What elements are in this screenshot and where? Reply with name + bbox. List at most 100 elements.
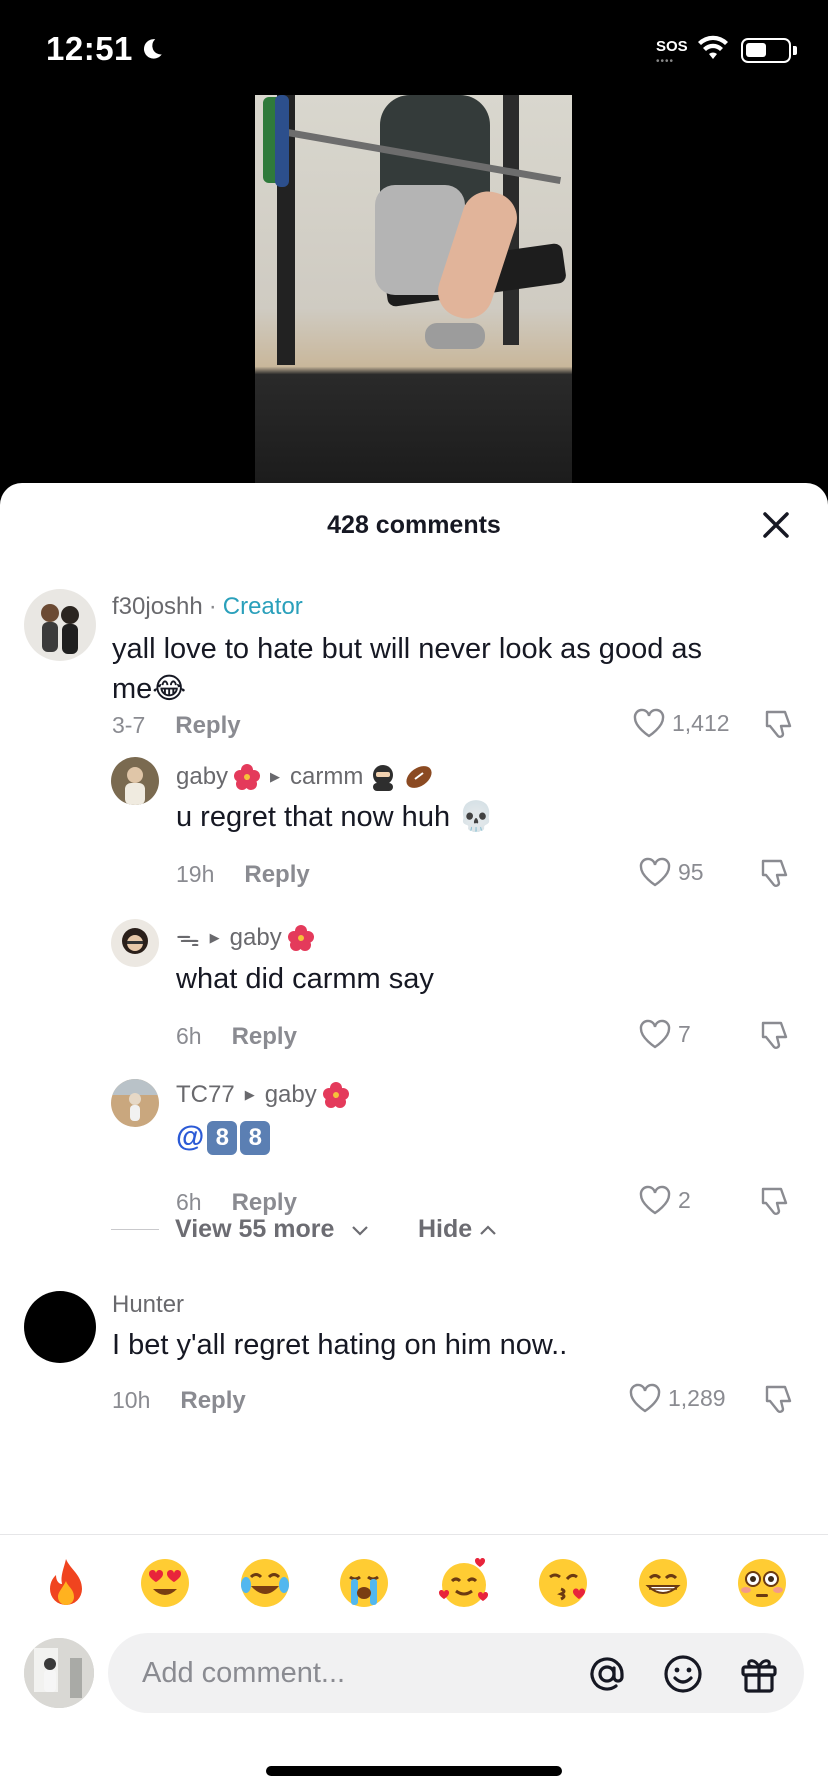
like-button[interactable]: 95	[638, 856, 704, 888]
chevron-up-icon	[480, 1224, 496, 1235]
avatar[interactable]	[111, 1079, 159, 1127]
dislike-icon[interactable]	[757, 1184, 793, 1220]
comment-time: 6h	[176, 1189, 202, 1215]
status-time: 12:51	[46, 30, 165, 68]
moon-icon	[143, 39, 162, 59]
comment-meta: 6h Reply	[176, 1023, 297, 1051]
reply-arrow-icon: ▶	[209, 929, 220, 945]
reply-button[interactable]: Reply	[232, 1023, 297, 1051]
comment-username-row: f30joshh · Creator	[112, 593, 303, 621]
reply-button[interactable]: Reply	[180, 1387, 245, 1415]
home-indicator[interactable]	[266, 1766, 562, 1776]
comment-meta: 10h Reply	[112, 1387, 246, 1415]
chevron-down-icon	[352, 1225, 369, 1236]
creator-badge: Creator	[222, 593, 303, 620]
comment-username[interactable]: f30joshh	[112, 593, 203, 621]
reply-button[interactable]: Reply	[175, 712, 240, 740]
like-count: 95	[678, 858, 704, 885]
comment-meta: 3-7 Reply	[112, 712, 241, 740]
hide-replies-button[interactable]: Hide	[418, 1215, 498, 1244]
comment-text: u regret that now huh 💀	[176, 801, 495, 833]
comment-text: what did carmm say	[176, 963, 434, 995]
heart-icon	[639, 857, 671, 887]
video-preview[interactable]	[255, 95, 572, 483]
avatar[interactable]	[111, 919, 159, 967]
heart-icon	[639, 1185, 671, 1215]
flushed-emoji[interactable]	[734, 1555, 790, 1611]
like-count: 1,289	[668, 1384, 726, 1411]
dislike-icon[interactable]	[757, 1018, 793, 1054]
comment-username[interactable]: gaby	[176, 763, 228, 791]
heart-icon	[629, 1383, 661, 1413]
reply-to-username[interactable]: gaby	[230, 924, 282, 952]
reply-to-username[interactable]: carmm	[290, 763, 363, 791]
like-button[interactable]: 1,412	[632, 707, 730, 739]
comment-username-row: gaby ▶ carmm	[176, 763, 435, 791]
like-button[interactable]: 2	[638, 1184, 691, 1216]
smiling-hearts-emoji[interactable]	[436, 1555, 492, 1611]
comment-time: 3-7	[112, 712, 146, 738]
emoji-quick-bar	[0, 1555, 828, 1611]
comment-username-row: ᯓ ▶ gaby	[176, 921, 314, 954]
reply-arrow-icon: ▶	[270, 769, 281, 784]
keycap-8-icon: 8	[240, 1121, 271, 1156]
comment-username[interactable]: Hunter	[112, 1291, 184, 1319]
sos-label: SOS	[656, 38, 688, 55]
sob-emoji[interactable]	[336, 1555, 392, 1611]
hibiscus-icon	[287, 924, 314, 951]
comment-input[interactable]	[142, 1633, 572, 1713]
hibiscus-icon	[322, 1082, 349, 1108]
heart-icon	[633, 708, 665, 738]
comment-text: yall love to hate but will never look as…	[112, 633, 703, 705]
like-count: 7	[678, 1020, 691, 1047]
comment-username-row: TC77 ▶ gaby	[176, 1081, 349, 1109]
dislike-icon[interactable]	[757, 856, 793, 892]
view-more-replies-button[interactable]: View 55 more	[111, 1215, 370, 1244]
dislike-icon[interactable]	[761, 707, 797, 743]
gift-icon[interactable]	[738, 1653, 780, 1695]
wifi-icon	[698, 35, 728, 59]
signal-dots-icon: ••••	[656, 56, 675, 67]
comment-input-row	[0, 1633, 828, 1723]
avatar[interactable]	[111, 757, 159, 805]
fire-emoji[interactable]	[38, 1555, 94, 1611]
reply-button[interactable]: Reply	[244, 861, 309, 889]
comment-username[interactable]: TC77	[176, 1081, 235, 1109]
current-user-avatar[interactable]	[24, 1638, 94, 1708]
ninja-icon	[373, 765, 394, 791]
comment-time: 6h	[176, 1023, 202, 1049]
comments-count-title: 428 comments	[327, 511, 501, 539]
reply-arrow-icon: ▶	[244, 1087, 255, 1102]
comment-text: I bet y'all regret hating on him now..	[112, 1329, 568, 1361]
heart-icon	[639, 1019, 671, 1049]
mention-at-icon[interactable]	[586, 1653, 628, 1695]
comment-username[interactable]: ᯓ	[176, 921, 200, 954]
like-button[interactable]: 7	[638, 1018, 691, 1050]
hibiscus-icon	[234, 764, 261, 790]
keycap-8-icon: 8	[207, 1121, 238, 1156]
comments-list[interactable]: f30joshh · Creator yall love to hate but…	[0, 579, 828, 1534]
joy-emoji[interactable]	[237, 1555, 293, 1611]
kiss-emoji[interactable]	[535, 1555, 591, 1611]
comment-username-row: Hunter	[112, 1291, 184, 1319]
dislike-icon[interactable]	[761, 1382, 797, 1418]
heart-eyes-emoji[interactable]	[137, 1555, 193, 1611]
battery-icon	[741, 38, 791, 63]
emoji-picker-icon[interactable]	[662, 1653, 704, 1695]
reply-to-username[interactable]: gaby	[265, 1081, 317, 1109]
comment-meta: 6h Reply	[176, 1189, 297, 1217]
close-icon[interactable]	[756, 505, 796, 545]
grin-emoji[interactable]	[635, 1555, 691, 1611]
reply-button[interactable]: Reply	[232, 1189, 297, 1217]
comment-time: 10h	[112, 1387, 151, 1413]
comment-meta: 19h Reply	[176, 861, 310, 889]
football-icon	[406, 766, 432, 788]
comment-time: 19h	[176, 861, 215, 887]
like-count: 2	[678, 1186, 691, 1213]
mention-text[interactable]: @8 8	[176, 1117, 271, 1157]
like-count: 1,412	[672, 709, 730, 736]
avatar[interactable]	[24, 589, 96, 661]
avatar[interactable]	[24, 1291, 96, 1363]
like-button[interactable]: 1,289	[628, 1382, 726, 1414]
comment-input-box[interactable]	[108, 1633, 804, 1713]
